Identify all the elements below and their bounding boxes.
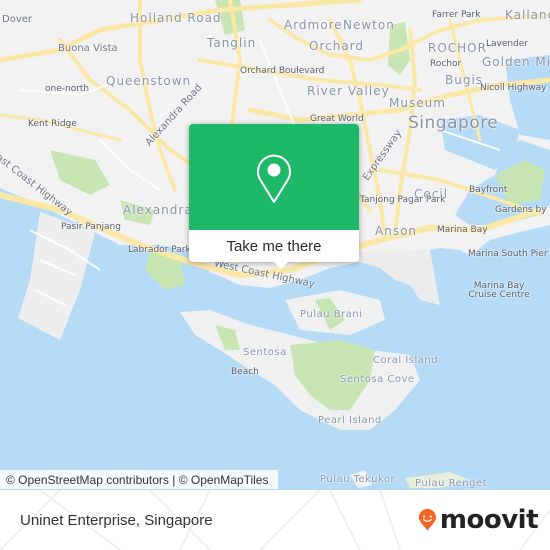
map-label-nicoll-highway: Nicoll Highway — [480, 83, 547, 93]
map-label-marina-bay: Marina Bay — [437, 225, 488, 235]
map-label-kallang: Kallang — [505, 8, 550, 22]
popup-header — [189, 124, 359, 230]
map-label-marina-bay-cruise-centre: Marina Bay Cruise Centre — [468, 281, 530, 300]
park-gardens-by-bay — [495, 160, 545, 205]
map-label-sentosa: Sentosa — [243, 347, 287, 358]
map-label-lavender: Lavender — [486, 39, 529, 49]
map-label-golden-mile: Golden Mile — [482, 55, 550, 69]
map-label-holland-road: Holland Road — [130, 11, 222, 25]
map-label-gardens-by-the-bay: Gardens by the Bay — [495, 205, 550, 215]
map-label-museum: Museum — [389, 96, 446, 110]
map-pin-icon — [257, 154, 291, 203]
map-label-one-north: one-north — [45, 84, 90, 94]
map-label-marina-south-pier: Marina South Pier — [468, 249, 548, 259]
map-label-great-world: Great World — [310, 114, 364, 124]
footer-bar: Uninet Enterprise, Singapore moovit — [0, 490, 550, 550]
map-label-kent-ridge: Kent Ridge — [28, 119, 77, 129]
popup-pointer — [273, 261, 289, 269]
map-label-beach: Beach — [231, 367, 259, 377]
map-label-bugis: Bugis — [445, 73, 484, 87]
take-me-there-button[interactable]: Take me there — [189, 230, 359, 262]
map-label-sentosa-cove: Sentosa Cove — [340, 374, 415, 385]
map-label-pulau-brani: Pulau Brani — [300, 309, 363, 320]
moovit-wordmark: moovit — [439, 505, 539, 535]
map-label-labrador-park: Labrador Park — [128, 245, 191, 255]
map-label-coral-island: Coral Island — [373, 355, 439, 366]
map-label-farrer-park: Farrer Park — [432, 10, 481, 20]
map-label-tanglin: Tanglin — [207, 36, 257, 50]
map-label-pearl-island: Pearl Island — [318, 415, 382, 426]
map-label-dover: Dover — [2, 14, 32, 25]
map-label-orchard-boulevard: Orchard Boulevard — [240, 66, 325, 76]
map-label-pasir-panjang: Pasir Panjang — [61, 222, 121, 232]
map-label-alexandra: Alexandra — [123, 203, 193, 217]
map-label-tanjong-pagar-park: Tanjong Pagar Park — [360, 195, 446, 205]
moovit-pin-smiley-icon — [418, 508, 437, 531]
map-label-buona-vista: Buona Vista — [58, 43, 118, 54]
map-attribution[interactable]: © OpenStreetMap contributors | © OpenMap… — [0, 470, 279, 489]
map-label-river-valley: River Valley — [307, 84, 390, 98]
map-label-newton: Newton — [343, 18, 395, 32]
map-label-anson: Anson — [375, 224, 418, 238]
map-label-pulau-tekukor: Pulau Tekukor — [320, 474, 396, 485]
map-label-queenstown: Queenstown — [106, 74, 192, 88]
moovit-logo[interactable]: moovit — [418, 504, 539, 536]
location-popup: Take me there — [189, 124, 359, 269]
map-label-orchard: Orchard — [309, 39, 365, 53]
map-view[interactable]: Dover Holland Road Ardmore Newton Farrer… — [0, 0, 550, 490]
map-label-ardmore: Ardmore — [284, 18, 343, 32]
map-label-rochor: Rochor — [430, 59, 462, 69]
map-label-pulau-renget: Pulau Renget — [415, 478, 488, 489]
map-label-rochor-district: ROCHOR — [428, 41, 487, 55]
land-port — [360, 250, 440, 305]
place-name: Uninet Enterprise, Singapore — [20, 512, 213, 529]
map-label-bayfront: Bayfront — [469, 185, 508, 195]
map-label-singapore: Singapore — [408, 113, 499, 133]
